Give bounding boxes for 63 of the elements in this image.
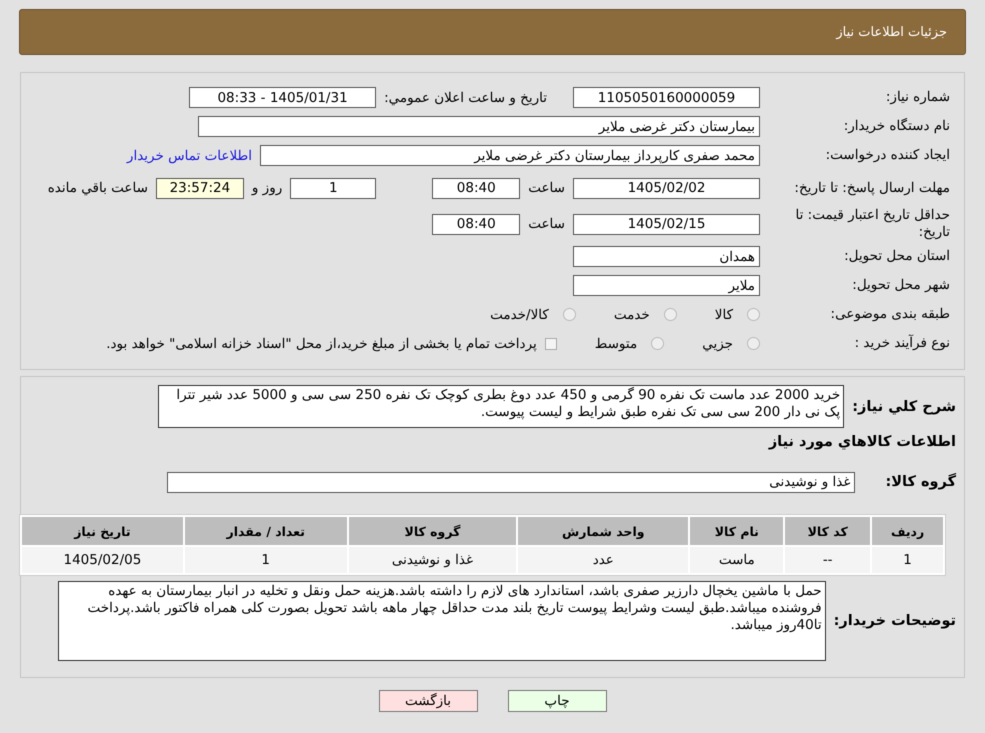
time-field: 08:40 bbox=[432, 214, 520, 234]
section-heading: اطلاعات کالاهاي مورد نیاز bbox=[768, 434, 956, 450]
radio-button[interactable] bbox=[562, 308, 576, 321]
field-label: استان محل تحویل: bbox=[843, 248, 950, 265]
column-header: ردیف bbox=[872, 517, 943, 545]
field-label: نام دستگاه خریدار: bbox=[842, 118, 950, 135]
field-label: شماره نیاز: bbox=[884, 89, 950, 106]
field-label: تاريخ و ساعت اعلان عمومي: bbox=[384, 90, 547, 106]
field-label: ایجاد کننده درخواست: bbox=[824, 147, 950, 164]
column-header: تعداد / مقدار bbox=[184, 517, 347, 545]
city-field: ملایر bbox=[573, 275, 760, 296]
need-number-field: 1105050160000059 bbox=[573, 87, 760, 108]
option-label: متوسط bbox=[594, 336, 638, 352]
option-label: کالا/خدمت bbox=[490, 306, 549, 322]
table-cell: 1 bbox=[872, 547, 943, 573]
field-label: شهر محل تحویل: bbox=[851, 277, 950, 294]
field-label: ساعت bbox=[528, 216, 565, 232]
column-header: نام کالا bbox=[690, 517, 784, 545]
radio-button[interactable] bbox=[651, 337, 664, 350]
field-label: مهلت ارسال پاسخ: تا تاریخ: bbox=[793, 180, 950, 196]
column-header: تاریخ نیاز bbox=[22, 517, 183, 545]
goods-group-field: غذا و نوشیدنی bbox=[167, 472, 856, 492]
field-label: شرح کلي نیاز: bbox=[852, 398, 956, 414]
radio-button[interactable] bbox=[747, 337, 760, 350]
column-header: کد کالا bbox=[785, 517, 870, 545]
column-header: واحد شمارش bbox=[518, 517, 688, 545]
radio-button[interactable] bbox=[664, 308, 677, 321]
print-button[interactable]: چاپ bbox=[508, 690, 606, 712]
field-label: ساعت bbox=[528, 180, 565, 196]
announce-date-field: 1405/01/31 - 08:33 bbox=[189, 87, 376, 108]
table-cell: عدد bbox=[518, 547, 688, 573]
table-cell: غذا و نوشیدنی bbox=[348, 547, 516, 573]
province-field: همدان bbox=[573, 246, 760, 267]
table-cell: 1405/02/05 bbox=[22, 547, 183, 573]
date-field: 1405/02/02 bbox=[573, 178, 760, 198]
field-label: نوع فرآیند خرید : bbox=[854, 335, 950, 352]
table-cell: 1 bbox=[184, 547, 347, 573]
checkbox[interactable] bbox=[544, 338, 557, 350]
payment-note: پرداخت تمام یا بخشی از مبلغ خرید،از محل "اسناد خزانه اسلامی" خواهد بود. bbox=[106, 336, 537, 352]
option-label: خدمت bbox=[614, 306, 650, 322]
column-header: گروه کالا bbox=[348, 517, 516, 545]
option-label: کالا bbox=[714, 306, 733, 322]
date-field: 1405/02/15 bbox=[573, 214, 760, 234]
option-label: جزیي bbox=[702, 336, 733, 352]
requester-field: محمد صفری کارپرداز بیمارستان دکتر غرضی ملایر bbox=[260, 145, 760, 166]
table-cell: ماست bbox=[690, 547, 784, 573]
radio-button[interactable] bbox=[747, 308, 760, 321]
field-label: توضیحات خریدار: bbox=[834, 613, 956, 629]
buyer-org-field: بیمارستان دکتر غرضی ملایر bbox=[198, 116, 760, 137]
time-field: 08:40 bbox=[432, 178, 520, 198]
field-label: طبقه بندی موضوعی: bbox=[830, 306, 950, 323]
back-button[interactable]: بازگشت bbox=[378, 690, 478, 712]
days-field: 1 bbox=[290, 178, 376, 198]
remaining-time-field: 23:57:24 bbox=[156, 178, 244, 198]
description-textarea[interactable]: خرید 2000 عدد ماست تک نفره 90 گرمی و 450 عدد دوغ بطری کوچک تک نفره 250 سی سی و 5000 عدد شیر تترا پک نی دار 200 سی سی تک نفره طبق شرایط و لیست پیوست. bbox=[158, 385, 844, 428]
contact-link[interactable]: اطلاعات تماس خریدار bbox=[126, 148, 252, 164]
field-label: گروه کالا: bbox=[885, 474, 956, 490]
table-cell: -- bbox=[785, 547, 870, 573]
field-label: ساعت باقي مانده bbox=[48, 180, 148, 196]
field-label: حداقل تاریخ اعتبار قیمت: تا تاریخ: bbox=[794, 207, 950, 241]
page-title: جزئیات اطلاعات نیاز bbox=[836, 24, 947, 40]
buyer-notes-textarea[interactable]: حمل با ماشین یخچال دارزیر صفری باشد، استاندارد های لازم را داشته باشد.هزینه حمل ونقل و تخلیه در انبار بیمارستان به عهده فروشنده میباشد.طبق لیست وشرایط پیوست تاریخ بلند مدت حداقل چهار ماهه باشد تحویل بصورت کلی همراه فاکتور باشد.پرداخت تا40روز میباشد. bbox=[58, 581, 826, 661]
field-label: روز و bbox=[252, 180, 282, 196]
